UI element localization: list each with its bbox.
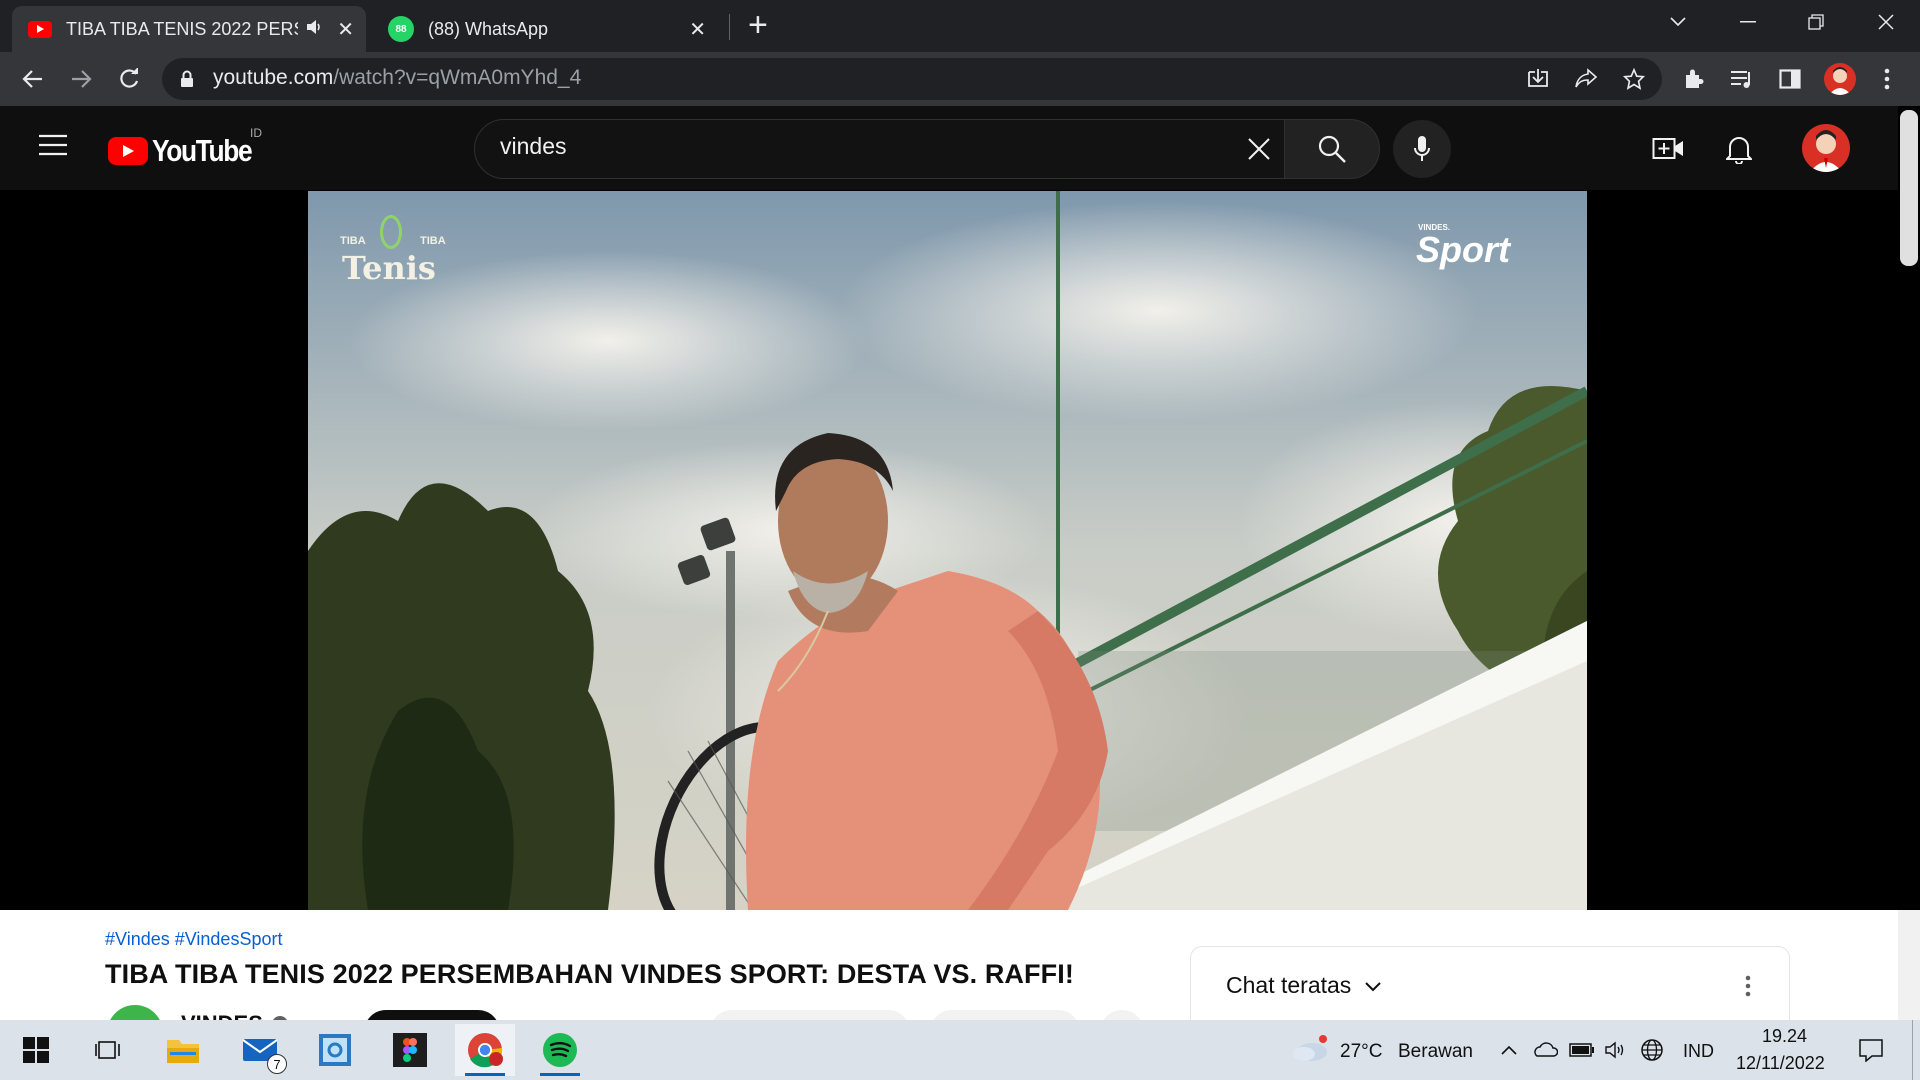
youtube-icon	[28, 20, 52, 38]
notifications-icon[interactable]	[1724, 134, 1754, 169]
new-tab-button[interactable]: +	[748, 6, 768, 45]
chat-mode-dropdown[interactable]: Chat teratas	[1226, 972, 1382, 999]
search-input[interactable]	[474, 119, 1285, 179]
chat-mode-label: Chat teratas	[1226, 972, 1352, 998]
youtube-wordmark: YouTube	[152, 133, 253, 168]
tab-youtube[interactable]: TIBA TIBA TENIS 2022 PERSEMBAHAN VINDES …	[12, 6, 366, 52]
logo-small-right: TIBA	[420, 235, 446, 247]
outlook-button[interactable]	[305, 1024, 365, 1076]
share-icon[interactable]	[1571, 64, 1601, 94]
logo-big: Sport	[1416, 229, 1510, 270]
mail-badge: 7	[267, 1054, 287, 1074]
logo-big: Tenis	[342, 249, 436, 287]
close-tab-icon[interactable]: ✕	[689, 17, 706, 42]
search-icon	[1318, 135, 1346, 163]
video-frame	[308, 191, 1587, 910]
close-window-button[interactable]	[1852, 0, 1920, 44]
logo-ball-icon	[380, 215, 402, 249]
video-title: TIBA TIBA TENIS 2022 PERSEMBAHAN VINDES …	[105, 959, 1074, 989]
logo-small-left: TIBA	[340, 235, 366, 247]
weather-description[interactable]: Berawan	[1398, 1041, 1473, 1063]
voice-search-button[interactable]	[1393, 120, 1451, 178]
clear-search-icon[interactable]	[1247, 137, 1271, 166]
chevron-down-icon	[1364, 982, 1381, 992]
volume-icon[interactable]	[1604, 1040, 1628, 1065]
outlook-icon	[319, 1034, 351, 1066]
media-controls-icon[interactable]	[1727, 64, 1757, 94]
show-desktop-button[interactable]	[1912, 1020, 1920, 1080]
chat-more-options-icon[interactable]	[1745, 975, 1751, 1002]
close-tab-icon[interactable]: ✕	[337, 17, 354, 42]
youtube-logo[interactable]: YouTube	[108, 133, 269, 169]
windows-icon	[23, 1037, 49, 1063]
guide-menu-icon[interactable]	[38, 134, 68, 161]
start-button[interactable]	[6, 1024, 66, 1076]
file-explorer-button[interactable]	[153, 1024, 213, 1076]
youtube-play-icon	[108, 137, 148, 165]
spotify-button[interactable]	[530, 1024, 590, 1076]
bookmark-star-icon[interactable]	[1619, 64, 1649, 94]
create-video-icon[interactable]	[1652, 136, 1684, 167]
extensions-icon[interactable]	[1679, 64, 1709, 94]
chrome-icon	[468, 1033, 503, 1068]
task-view-button[interactable]	[78, 1024, 138, 1076]
chrome-menu-icon[interactable]	[1872, 64, 1902, 94]
task-view-icon	[95, 1041, 120, 1059]
clock-date[interactable]: 12/11/2022	[1736, 1053, 1825, 1074]
country-code: ID	[250, 126, 262, 140]
tab-divider	[729, 14, 730, 40]
search-query[interactable]: vindes	[500, 133, 566, 160]
spotify-icon	[543, 1033, 577, 1067]
input-language[interactable]: IND	[1683, 1041, 1714, 1062]
whatsapp-icon: 88	[388, 16, 414, 42]
figma-button[interactable]	[380, 1024, 440, 1076]
restore-button[interactable]	[1782, 0, 1850, 44]
account-avatar[interactable]	[1802, 124, 1850, 172]
profile-avatar[interactable]	[1824, 63, 1856, 95]
install-app-icon[interactable]	[1523, 64, 1553, 94]
onedrive-icon[interactable]	[1532, 1041, 1559, 1062]
scrollbar-thumb[interactable]	[1900, 110, 1918, 266]
url-text[interactable]: youtube.com/watch?v=qWmA0mYhd_4	[213, 66, 581, 90]
back-button[interactable]	[15, 62, 51, 96]
mail-button[interactable]: 7	[231, 1024, 291, 1076]
search-button[interactable]	[1284, 119, 1380, 179]
audio-playing-icon[interactable]	[306, 19, 324, 40]
folder-icon	[167, 1040, 199, 1063]
tab-title: TIBA TIBA TENIS 2022 PERSEMBAHAN VINDES …	[66, 18, 298, 39]
forward-button[interactable]	[63, 62, 99, 96]
reload-button[interactable]	[111, 62, 147, 96]
network-globe-icon[interactable]	[1640, 1038, 1664, 1067]
tab-title: (88) WhatsApp	[428, 18, 549, 39]
tab-search-icon[interactable]	[1644, 0, 1712, 44]
figma-icon	[393, 1033, 427, 1067]
video-player[interactable]: TIBA TIBA Tenis VINDES. Sport	[308, 191, 1587, 910]
clock-time[interactable]: 19.24	[1762, 1026, 1807, 1047]
notification-center-icon[interactable]	[1858, 1038, 1884, 1067]
weather-icon[interactable]	[1290, 1033, 1330, 1068]
battery-icon[interactable]	[1569, 1043, 1595, 1062]
lock-icon[interactable]	[180, 70, 194, 93]
video-hashtags[interactable]: #Vindes #VindesSport	[105, 929, 282, 950]
minimize-button[interactable]	[1714, 0, 1782, 44]
tiba-tiba-tenis-logo: TIBA TIBA Tenis	[338, 213, 458, 293]
scrollbar-lower-track[interactable]	[1898, 910, 1920, 1020]
show-hidden-icons-icon[interactable]	[1500, 1043, 1518, 1061]
chrome-button[interactable]	[455, 1024, 515, 1076]
side-panel-icon[interactable]	[1775, 64, 1805, 94]
microphone-icon	[1414, 136, 1430, 161]
weather-temperature[interactable]: 27°C	[1340, 1041, 1382, 1063]
tab-whatsapp[interactable]: 88 (88) WhatsApp ✕	[378, 6, 718, 52]
